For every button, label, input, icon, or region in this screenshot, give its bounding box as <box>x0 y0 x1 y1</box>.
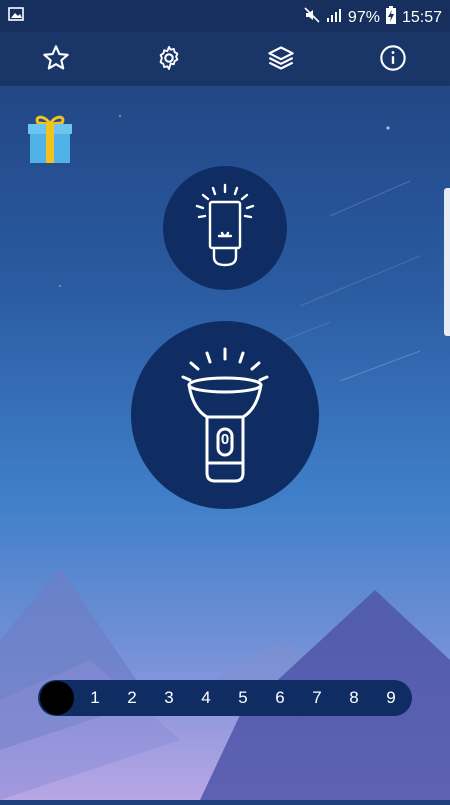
screen-light-button[interactable] <box>163 166 287 290</box>
mountains-decoration <box>0 540 450 800</box>
flashlight-icon: 0 <box>175 345 275 485</box>
gift-button[interactable] <box>26 112 74 164</box>
side-drawer-handle[interactable] <box>444 188 450 336</box>
mute-icon <box>304 7 320 28</box>
gift-icon <box>26 115 74 168</box>
gear-icon <box>155 44 183 77</box>
image-icon <box>8 7 24 26</box>
settings-button[interactable] <box>149 40 189 80</box>
strobe-option-9[interactable]: 9 <box>381 680 401 716</box>
flashlight-button[interactable]: 0 <box>131 321 319 509</box>
clock: 15:57 <box>401 8 442 26</box>
screen-light-icon <box>185 181 265 276</box>
info-icon <box>379 44 407 77</box>
battery-percent: 97% <box>347 8 380 26</box>
strobe-option-2[interactable]: 2 <box>122 680 142 716</box>
strobe-option-6[interactable]: 6 <box>270 680 290 716</box>
layers-icon <box>267 44 295 77</box>
strobe-option-4[interactable]: 4 <box>196 680 216 716</box>
strobe-option-7[interactable]: 7 <box>307 680 327 716</box>
strobe-option-1[interactable]: 1 <box>85 680 105 716</box>
status-right: 97% 15:57 <box>304 6 442 29</box>
strobe-option-5[interactable]: 5 <box>233 680 253 716</box>
flashlight-switch-label: 0 <box>220 431 230 448</box>
star-icon <box>42 44 70 77</box>
rate-button[interactable] <box>36 40 76 80</box>
strobe-knob[interactable] <box>40 681 74 715</box>
themes-button[interactable] <box>261 40 301 80</box>
info-button[interactable] <box>373 40 413 80</box>
strobe-option-3[interactable]: 3 <box>159 680 179 716</box>
strobe-option-8[interactable]: 8 <box>344 680 364 716</box>
battery-charging-icon <box>385 6 396 29</box>
signal-icon <box>326 7 342 28</box>
strobe-selector[interactable]: 1 2 3 4 5 6 7 8 9 <box>38 680 412 716</box>
status-bar: 97% 15:57 <box>0 0 450 32</box>
toolbar <box>0 32 450 86</box>
